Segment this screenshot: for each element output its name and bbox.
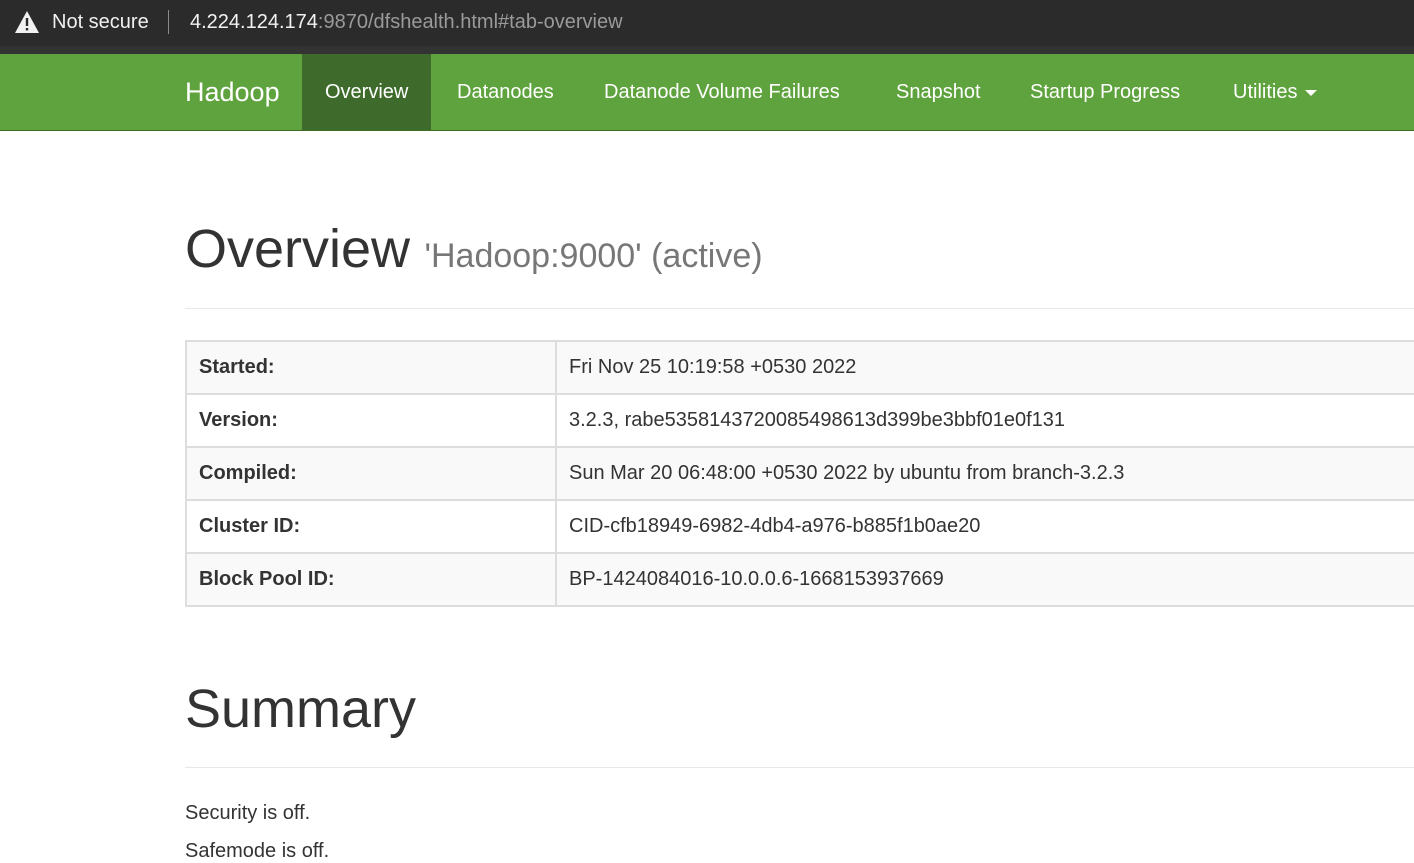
nav-item-utilities-label: Utilities	[1233, 81, 1298, 103]
url-path: :9870/dfshealth.html#tab-overview	[317, 11, 623, 33]
nav-item-datanode-volume-failures[interactable]: Datanode Volume Failures	[604, 54, 840, 130]
nav-item-utilities[interactable]: Utilities	[1233, 54, 1318, 130]
url-host: 4.224.124.174	[190, 11, 318, 33]
nav-item-startup-progress[interactable]: Startup Progress	[1030, 54, 1180, 130]
nav-item-snapshot[interactable]: Snapshot	[896, 54, 981, 130]
row-value: 3.2.3, rabe5358143720085498613d399be3bbf…	[555, 393, 1414, 448]
nav-item-datanodes[interactable]: Datanodes	[457, 54, 554, 130]
security-status-label[interactable]: Not secure	[52, 11, 149, 34]
table-row: Version: 3.2.3, rabe5358143720085498613d…	[185, 393, 1414, 448]
row-value: BP-1424084016-10.0.0.6-1668153937669	[555, 552, 1414, 607]
table-row: Compiled: Sun Mar 20 06:48:00 +0530 2022…	[185, 446, 1414, 501]
warning-icon[interactable]	[14, 10, 40, 34]
overview-table: Started: Fri Nov 25 10:19:58 +0530 2022 …	[185, 340, 1414, 607]
summary-security-status: Security is off.	[185, 802, 311, 824]
page-subtitle: 'Hadoop:9000' (active)	[424, 237, 763, 275]
table-row: Block Pool ID: BP-1424084016-10.0.0.6-16…	[185, 552, 1414, 607]
chevron-down-icon	[1305, 89, 1318, 96]
row-label: Version:	[185, 393, 557, 448]
summary-safemode-status: Safemode is off.	[185, 840, 330, 862]
browser-divider	[0, 46, 1414, 54]
table-row: Started: Fri Nov 25 10:19:58 +0530 2022	[185, 340, 1414, 395]
navbar-brand[interactable]: Hadoop	[185, 54, 280, 130]
browser-address-bar: Not secure 4.224.124.174:9870/dfshealth.…	[0, 0, 1414, 46]
row-value: Sun Mar 20 06:48:00 +0530 2022 by ubuntu…	[555, 446, 1414, 501]
row-label: Cluster ID:	[185, 499, 557, 554]
navbar: Hadoop Overview Datanodes Datanode Volum…	[0, 54, 1414, 131]
url-field[interactable]: 4.224.124.174:9870/dfshealth.html#tab-ov…	[190, 11, 623, 34]
row-label: Started:	[185, 340, 557, 395]
summary-title: Summary	[185, 679, 417, 739]
row-label: Compiled:	[185, 446, 557, 501]
row-value: Fri Nov 25 10:19:58 +0530 2022	[555, 340, 1414, 395]
divider	[185, 308, 1414, 309]
address-separator	[168, 10, 169, 34]
row-value: CID-cfb18949-6982-4db4-a976-b885f1b0ae20	[555, 499, 1414, 554]
table-row: Cluster ID: CID-cfb18949-6982-4db4-a976-…	[185, 499, 1414, 554]
row-label: Block Pool ID:	[185, 552, 557, 607]
nav-item-overview[interactable]: Overview	[302, 54, 432, 130]
page-title: Overview	[185, 219, 411, 279]
divider	[185, 767, 1414, 768]
overview-header: Overview 'Hadoop:9000' (active)	[185, 218, 1414, 280]
